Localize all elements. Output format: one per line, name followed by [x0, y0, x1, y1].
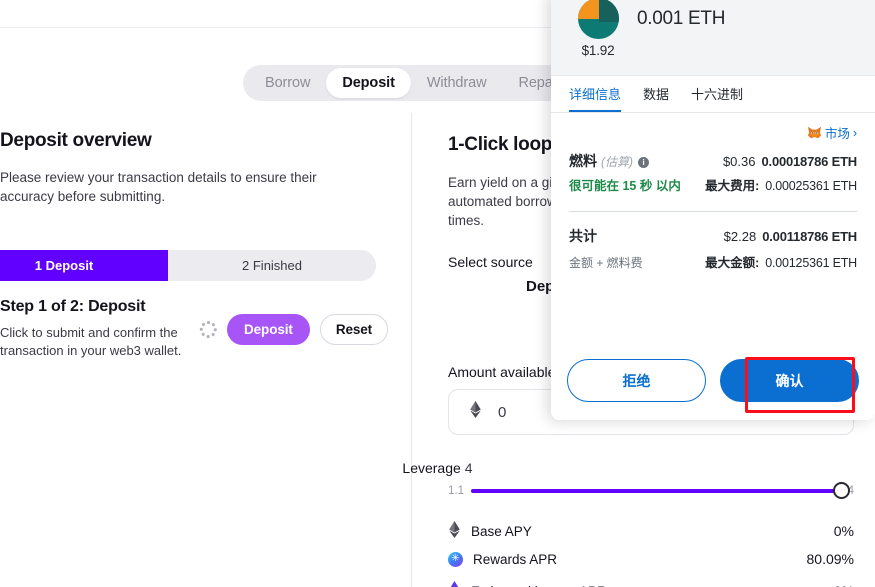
ethereum-icon [448, 581, 461, 587]
step-finished-index: 2 [242, 258, 250, 273]
total-sub-row: 金额 + 燃料费 最大金额: 0.00125361 ETH [569, 250, 857, 272]
tab-hex[interactable]: 十六进制 [691, 76, 743, 112]
gas-fee-right: $0.36 0.00018786 ETH [723, 153, 857, 171]
deposit-overview-description: Please review your transaction details t… [0, 170, 317, 204]
tab-borrow[interactable]: Borrow [249, 68, 326, 98]
current-step-description: Click to submit and confirm the transact… [0, 325, 182, 358]
tab-withdraw[interactable]: Withdraw [411, 68, 503, 98]
asset-fiat-value: $1.92 [581, 43, 615, 58]
total-max-wrap: 最大金额: 0.00125361 ETH [705, 252, 857, 272]
amount-value: 0 [498, 403, 507, 421]
gas-eth: 0.00018786 ETH [761, 154, 858, 169]
leverage-slider-track[interactable] [471, 482, 850, 499]
total-eth: 0.00118786 ETH [762, 229, 857, 244]
market-link[interactable]: 市场 › [569, 123, 857, 142]
rewards-icon: ✳ [448, 551, 463, 567]
step-deposit[interactable]: 1 Deposit [0, 250, 168, 281]
leverage-slider-knob[interactable] [832, 482, 850, 499]
estimated-borrow-apr-value: 0% [834, 583, 854, 587]
leverage-label: Leverage 4 [0, 460, 875, 476]
total-max-value: 0.00125361 ETH [765, 256, 857, 270]
deposit-stepper: 1 Deposit 2 Finished [0, 250, 376, 281]
total-right: $2.28 0.00118786 ETH [723, 228, 858, 246]
step-actions: Deposit Reset [199, 314, 389, 345]
row-estimated-borrow-apr: Estimated borrow APR 0% [448, 581, 854, 587]
reset-button[interactable]: Reset [319, 314, 389, 345]
tab-deposit[interactable]: Deposit [326, 68, 411, 98]
step-finished[interactable]: 2 Finished [168, 250, 376, 281]
gas-speed: 很可能在 15 秒 以内 [569, 179, 681, 193]
leverage-value: 4 [464, 460, 473, 476]
chevron-right-icon: › [852, 125, 857, 140]
base-apy-value: 0% [833, 523, 854, 539]
tab-details[interactable]: 详细信息 [569, 76, 622, 112]
estimated-borrow-apr-label: Estimated borrow APR [471, 584, 607, 587]
total-max-label: 最大金额: [705, 256, 760, 270]
total-label: 共计 [569, 228, 597, 244]
row-base-apy: Base APY 0% [448, 521, 854, 541]
tab-data[interactable]: 数据 [643, 76, 669, 112]
amount-available-label: Amount available [448, 364, 556, 380]
leverage-slider[interactable]: 1.1 4 [448, 481, 854, 501]
market-link-label: 市场 [824, 127, 850, 141]
mode-tabbar: Borrow Deposit Withdraw Repay [243, 65, 582, 101]
ethereum-icon [469, 401, 482, 423]
gas-fee-left: 燃料 (估算) i [569, 151, 649, 171]
gas-max-value: 0.00025361 ETH [765, 179, 857, 193]
deposit-button[interactable]: Deposit [227, 314, 310, 345]
info-icon[interactable]: i [638, 157, 649, 168]
step-deposit-label: Deposit [45, 258, 94, 273]
total-fiat: $2.28 [723, 229, 757, 244]
gas-estimate-note: (估算) [601, 155, 633, 169]
ethereum-icon [448, 521, 461, 541]
step-finished-label: Finished [252, 258, 302, 273]
leverage-min-label: 1.1 [448, 485, 464, 497]
metamask-confirmation-popup: $1.92 0.001 ETH 详细信息 数据 十六进制 市场 › 燃料 (估算… [551, 0, 875, 420]
loading-spinner-icon [199, 321, 217, 338]
gas-speed-row: 很可能在 15 秒 以内 最大费用: 0.00025361 ETH [569, 175, 857, 195]
base-apy-label: Base APY [471, 523, 532, 539]
gas-fee-row: 燃料 (估算) i $0.36 0.00018786 ETH [569, 151, 857, 171]
rewards-apr-label: Rewards APR [473, 551, 558, 567]
asset-summary: $1.92 [569, 0, 627, 58]
rewards-apr-value: 80.09% [806, 551, 854, 567]
gas-label: 燃料 [569, 153, 597, 169]
gas-max-label: 最大费用: [705, 179, 760, 193]
step-deposit-index: 1 [34, 258, 42, 273]
deposit-overview-title: Deposit overview [0, 130, 152, 151]
row-rewards-apr: ✳ Rewards APR 80.09% [448, 551, 854, 567]
reject-button[interactable]: 拒绝 [567, 359, 706, 402]
deposit-overview-panel: Deposit overview Please review your tran… [0, 130, 380, 236]
panel-divider [411, 113, 412, 587]
gas-fiat: $0.36 [722, 154, 756, 169]
metamask-details-body: 市场 › 燃料 (估算) i $0.36 0.00018786 ETH 很可能在 15… [551, 113, 875, 272]
asset-amount: 0.001 ETH [637, 8, 726, 29]
metamask-tabs: 详细信息 数据 十六进制 [551, 76, 875, 113]
screen: Borrow Deposit Withdraw Repay Deposit ov… [0, 0, 875, 587]
section-divider [569, 211, 857, 212]
metamask-header: $1.92 0.001 ETH [551, 0, 875, 76]
total-subtitle: 金额 + 燃料费 [569, 256, 643, 270]
confirm-button[interactable]: 确认 [720, 359, 859, 402]
leverage-label-text: Leverage [402, 460, 461, 476]
fox-icon [807, 126, 822, 139]
metamask-footer: 拒绝 确认 [551, 346, 875, 420]
eth-token-icon [577, 0, 619, 39]
total-row: 共计 $2.28 0.00118786 ETH [569, 226, 857, 246]
gas-max-wrap: 最大费用: 0.00025361 ETH [705, 175, 857, 195]
